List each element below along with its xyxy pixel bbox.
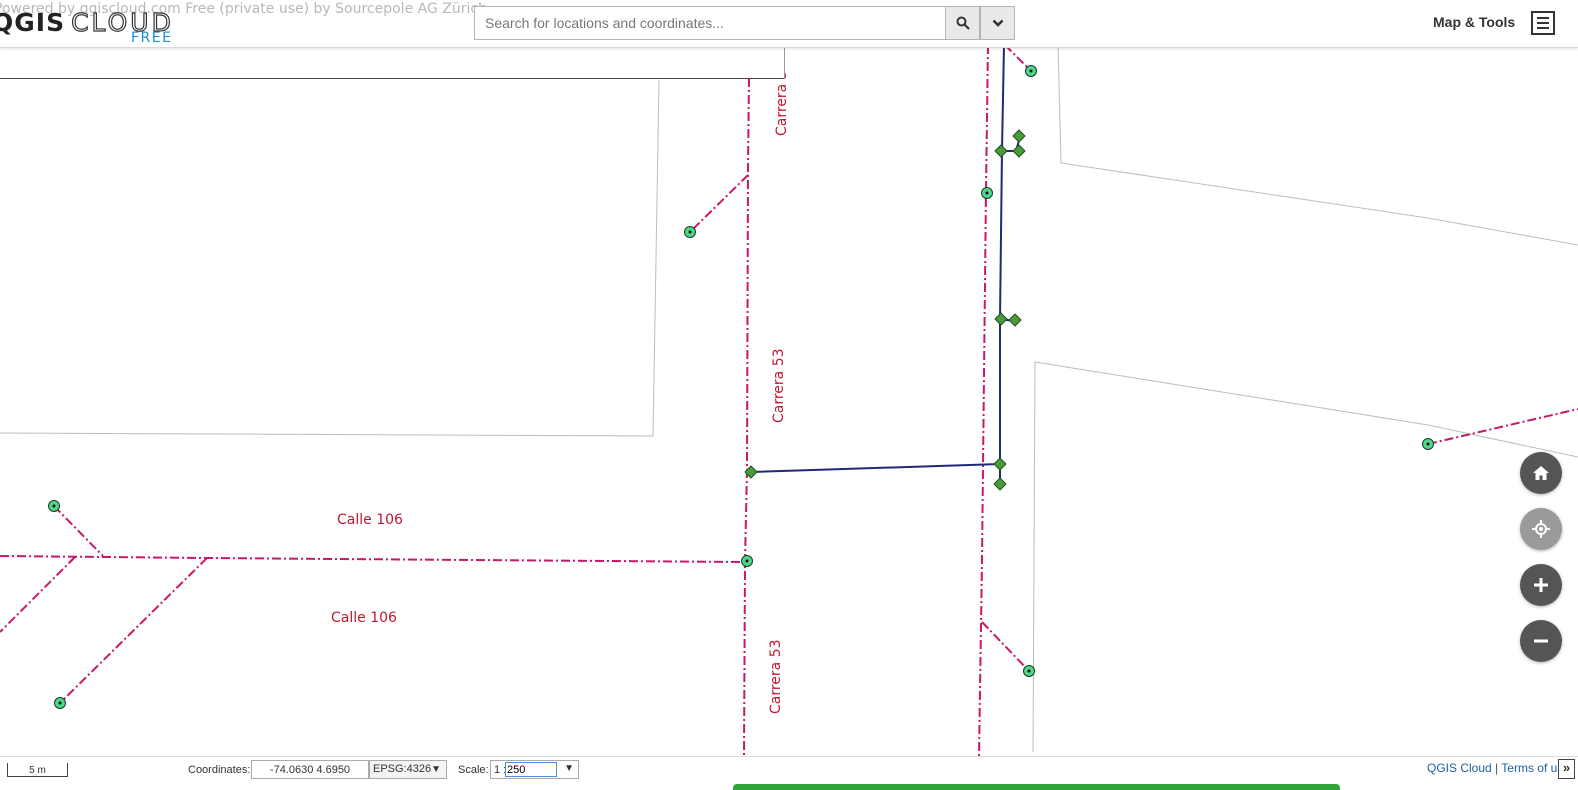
hamburger-icon-bar [1537, 22, 1549, 24]
map-tools-label[interactable]: Map & Tools [1433, 14, 1515, 30]
road-line [59, 557, 208, 704]
zoom-in-button[interactable] [1520, 564, 1562, 606]
scale-bar-label: 5 m [29, 765, 46, 776]
zoom-out-button[interactable] [1520, 620, 1562, 662]
parcel-outline [1032, 361, 1578, 753]
scale-label: Scale: [458, 764, 489, 776]
footer-separator: | [1495, 761, 1499, 775]
node-marker[interactable] [48, 500, 60, 512]
status-indicator-bar [733, 784, 1340, 790]
crs-select[interactable]: EPSG:4326 ▼ [369, 760, 447, 779]
street-label-carrera-top: Carrera 5 [774, 70, 790, 136]
crs-value: EPSG:4326 [373, 763, 432, 775]
hamburger-icon-bar [1537, 27, 1549, 29]
search-options-button[interactable] [980, 6, 1015, 40]
top-bar: Powered by qgiscloud.com Free (private u… [0, 0, 1578, 48]
valve-marker[interactable] [1012, 144, 1026, 158]
collapse-footer-button[interactable]: » [1558, 759, 1575, 779]
zoom-in-icon [1534, 578, 1548, 592]
qgis-cloud-logo: QGIS CLOUD FREE [0, 7, 192, 46]
parcel-outline [0, 79, 660, 437]
home-button[interactable] [1520, 452, 1562, 494]
road-line [53, 505, 104, 557]
search-button[interactable] [945, 6, 980, 40]
valve-marker[interactable] [993, 457, 1007, 471]
pipe-network [750, 44, 1021, 484]
valve-marker[interactable] [1008, 313, 1022, 327]
road-line [0, 556, 76, 633]
scale-dropdown-arrow-icon[interactable]: ▼ [564, 763, 574, 774]
chevron-down-icon [992, 19, 1003, 27]
map-overlay-panel [0, 47, 785, 79]
road-line [1427, 408, 1578, 445]
node-marker[interactable] [741, 555, 753, 567]
node-marker[interactable] [684, 226, 696, 238]
scale-input[interactable] [505, 762, 557, 777]
coordinates-label: Coordinates: [188, 764, 251, 776]
road-centerlines [0, 44, 1578, 757]
street-label-calle-bottom: Calle 106 [331, 610, 397, 626]
road-line [689, 174, 749, 233]
valve-marker[interactable] [1012, 129, 1026, 143]
road-line [981, 621, 1029, 671]
pipe-line [999, 44, 1005, 465]
node-marker[interactable] [1023, 665, 1035, 677]
node-marker[interactable] [981, 187, 993, 199]
logo-tier: FREE [131, 30, 173, 46]
node-marker[interactable] [1025, 65, 1037, 77]
search-bar [474, 6, 1015, 40]
street-label-carrera-bottom: Carrera 53 [768, 639, 784, 714]
coordinates-field[interactable] [251, 760, 369, 779]
scale-bar: 5 m [7, 763, 68, 777]
pipe-line [750, 463, 1001, 473]
valve-marker[interactable] [994, 312, 1008, 326]
valve-marker[interactable] [993, 477, 1007, 491]
locate-icon [1532, 520, 1550, 538]
street-label-carrera-middle: Carrera 53 [771, 348, 787, 423]
zoom-out-icon [1534, 639, 1548, 643]
locate-button[interactable] [1520, 508, 1562, 550]
node-marker[interactable] [1422, 438, 1434, 450]
valve-marker[interactable] [994, 144, 1008, 158]
road-line [743, 77, 750, 757]
dropdown-arrow-icon: ▼ [431, 764, 441, 775]
node-marker[interactable] [54, 697, 66, 709]
footer-links: QGIS Cloud | Terms of use [1427, 761, 1570, 775]
street-label-calle-top: Calle 106 [337, 512, 403, 528]
qgis-cloud-link[interactable]: QGIS Cloud [1427, 761, 1492, 775]
search-icon [956, 16, 970, 30]
hamburger-menu-button[interactable] [1531, 11, 1555, 35]
map-canvas[interactable]: Carrera 5 Carrera 53 Carrera 53 Calle 10… [0, 0, 1578, 788]
home-icon [1533, 466, 1549, 480]
parcel-outline [1057, 44, 1578, 246]
search-input[interactable] [474, 6, 945, 40]
road-line [978, 44, 989, 757]
road-line [0, 555, 746, 563]
scale-field: 1 : ▼ [490, 760, 579, 779]
hamburger-icon-bar [1537, 17, 1549, 19]
logo-main: QGIS [0, 8, 66, 37]
nodes [48, 65, 1434, 709]
